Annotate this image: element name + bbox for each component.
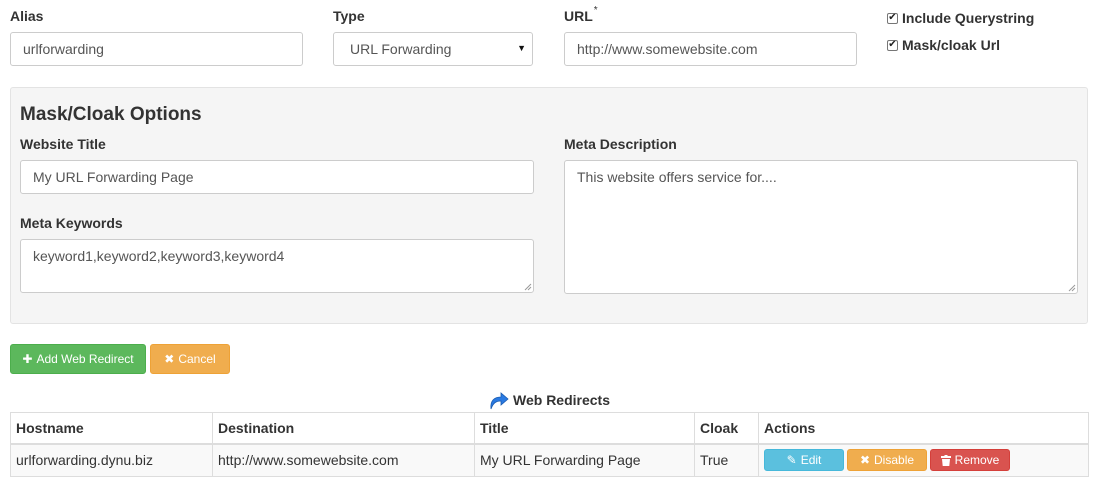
type-select[interactable]: URL Forwarding ▼ [333, 32, 533, 66]
include-querystring-option[interactable]: ✔ Include Querystring [887, 10, 1034, 26]
meta-description-textarea[interactable]: This website offers service for.... [564, 160, 1078, 294]
url-label: URL* [564, 5, 598, 24]
title-cell: My URL Forwarding Page [474, 443, 695, 477]
resize-grip-icon[interactable] [1068, 284, 1076, 292]
disable-button[interactable]: ✖ Disable [847, 449, 927, 472]
column-header-actions: Actions [758, 412, 1089, 445]
meta-keywords-label: Meta Keywords [20, 215, 123, 231]
column-header-hostname: Hostname [10, 412, 213, 445]
web-redirects-table: Hostname Destination Title Cloak Actions… [10, 412, 1089, 477]
meta-description-placeholder: This website offers service for.... [577, 169, 777, 185]
alias-input[interactable]: urlforwarding [10, 32, 303, 66]
url-label-text: URL [564, 8, 593, 24]
add-web-redirect-button[interactable]: ✚ Add Web Redirect [10, 344, 146, 374]
resize-grip-icon[interactable] [524, 283, 532, 291]
remove-label: Remove [954, 453, 1000, 468]
mask-cloak-option[interactable]: ✔ Mask/cloak Url [887, 37, 1000, 53]
edit-button[interactable]: ✎ Edit [764, 449, 844, 472]
times-icon: ✖ [164, 352, 175, 366]
hostname-cell: urlforwarding.dynu.biz [10, 443, 213, 477]
column-header-cloak: Cloak [694, 412, 759, 445]
column-header-title: Title [474, 412, 695, 445]
edit-label: Edit [800, 453, 822, 468]
meta-keywords-textarea[interactable]: keyword1,keyword2,keyword3,keyword4 [20, 239, 534, 293]
remove-button[interactable]: Remove [930, 449, 1010, 472]
type-label: Type [333, 8, 365, 24]
plus-icon: ✚ [22, 352, 33, 366]
required-mark: * [593, 5, 598, 16]
include-querystring-checkbox[interactable]: ✔ [887, 12, 898, 24]
url-input[interactable]: http://www.somewebsite.com [564, 32, 857, 66]
mask-options-heading: Mask/Cloak Options [20, 104, 202, 125]
cloak-cell: True [694, 443, 759, 477]
meta-description-label: Meta Description [564, 136, 677, 152]
website-title-label: Website Title [20, 136, 106, 152]
cancel-label: Cancel [178, 352, 216, 366]
actions-cell: ✎ Edit ✖ Disable Remove [758, 443, 1089, 477]
times-icon: ✖ [859, 453, 871, 468]
pencil-icon: ✎ [786, 453, 797, 468]
website-title-value: My URL Forwarding Page [33, 169, 194, 185]
table-row: urlforwarding.dynu.biz http://www.somewe… [10, 443, 1089, 477]
add-web-redirect-label: Add Web Redirect [36, 352, 134, 366]
disable-label: Disable [874, 453, 915, 468]
redirect-arrow-icon [490, 392, 509, 410]
type-selected-value: URL Forwarding [350, 41, 452, 57]
alias-value: urlforwarding [23, 41, 104, 57]
select-arrow-icon: ▼ [517, 43, 526, 53]
trash-icon [940, 454, 951, 466]
include-querystring-label: Include Querystring [902, 10, 1035, 26]
meta-keywords-value: keyword1,keyword2,keyword3,keyword4 [33, 248, 285, 264]
alias-label: Alias [10, 8, 44, 24]
web-redirects-heading: Web Redirects [513, 392, 610, 408]
destination-cell: http://www.somewebsite.com [212, 443, 475, 477]
web-redirects-title: Web Redirects [487, 389, 610, 411]
column-header-destination: Destination [212, 412, 475, 445]
website-title-input[interactable]: My URL Forwarding Page [20, 160, 534, 194]
mask-cloak-label: Mask/cloak Url [902, 37, 1001, 53]
url-placeholder: http://www.somewebsite.com [577, 41, 758, 57]
mask-cloak-checkbox[interactable]: ✔ [887, 39, 898, 51]
cancel-button[interactable]: ✖ Cancel [150, 344, 230, 374]
row-actions: ✎ Edit ✖ Disable Remove [764, 449, 1083, 472]
table-header-row: Hostname Destination Title Cloak Actions [10, 412, 1089, 445]
